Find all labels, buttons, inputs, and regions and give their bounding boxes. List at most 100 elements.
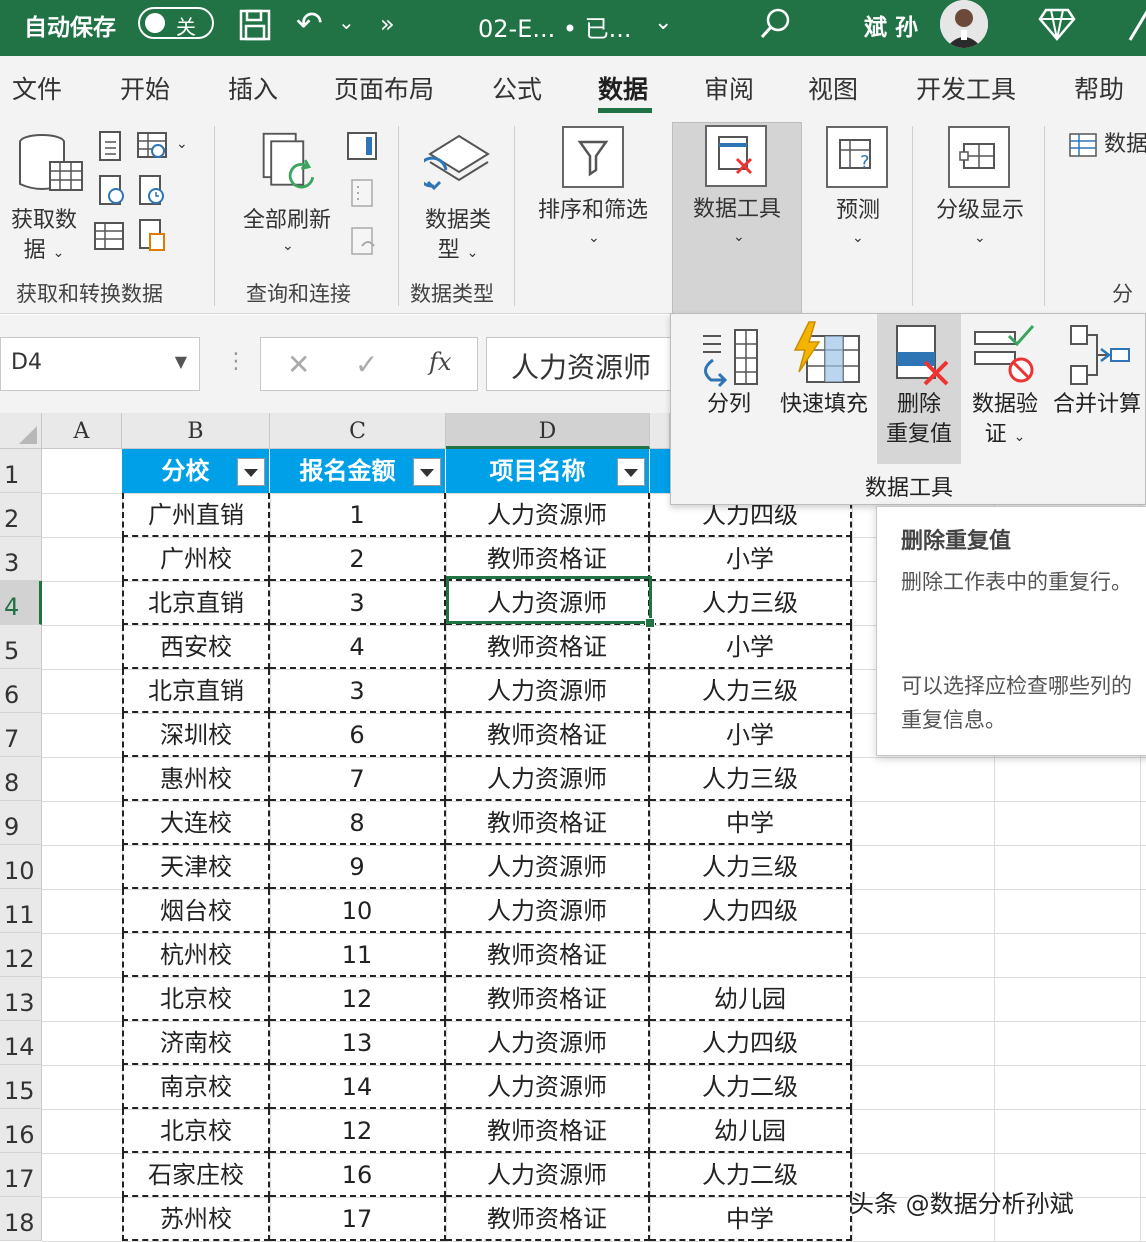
cell-project[interactable]: 教师资格证 xyxy=(446,537,650,581)
cell-level[interactable]: 小学 xyxy=(650,625,852,669)
tab-developer[interactable]: 开发工具 xyxy=(916,70,1016,106)
cell-level[interactable]: 人力四级 xyxy=(650,1021,852,1065)
cell-branch[interactable]: 南京校 xyxy=(122,1065,270,1109)
tab-help[interactable]: 帮助 xyxy=(1074,70,1124,106)
cell-project[interactable]: 人力资源师 xyxy=(446,1065,650,1109)
consolidate-button[interactable]: 合并计算 xyxy=(1049,314,1145,464)
cell-level[interactable]: 人力三级 xyxy=(650,845,852,889)
column-header-e[interactable] xyxy=(650,413,670,449)
more-commands-icon[interactable]: » xyxy=(380,10,395,38)
cell-project[interactable]: 教师资格证 xyxy=(446,801,650,845)
cell-branch[interactable]: 惠州校 xyxy=(122,757,270,801)
tab-page-layout[interactable]: 页面布局 xyxy=(334,70,434,106)
fill-handle[interactable] xyxy=(645,618,655,628)
cell-amount[interactable]: 1 xyxy=(270,493,446,537)
cell-branch[interactable]: 深圳校 xyxy=(122,713,270,757)
cell-level[interactable]: 中学 xyxy=(650,1197,852,1241)
row-header[interactable]: 15 xyxy=(0,1065,42,1109)
cell-project[interactable]: 教师资格证 xyxy=(446,625,650,669)
row-header[interactable]: 11 xyxy=(0,889,42,933)
table-header-amount[interactable]: 报名金额 xyxy=(270,449,446,493)
cell-project[interactable]: 人力资源师 xyxy=(446,889,650,933)
file-menu-chevron-icon[interactable]: ⌄ xyxy=(654,10,672,35)
cell-amount[interactable]: 3 xyxy=(270,669,446,713)
row-header[interactable]: 18 xyxy=(0,1197,42,1241)
outline-button[interactable]: 分级显示 ⌄ xyxy=(924,124,1036,264)
cell-branch[interactable]: 北京直销 xyxy=(122,581,270,625)
tab-formulas[interactable]: 公式 xyxy=(492,70,542,106)
data-analysis-label[interactable]: 数据 xyxy=(1104,130,1146,160)
column-header-a[interactable]: A xyxy=(42,413,122,449)
flash-fill-button[interactable]: 快速填充 xyxy=(773,314,875,464)
tab-review[interactable]: 审阅 xyxy=(704,70,754,106)
cell-amount[interactable]: 13 xyxy=(270,1021,446,1065)
search-icon[interactable] xyxy=(758,6,794,42)
data-analysis-icon[interactable] xyxy=(1068,132,1100,160)
cell-amount[interactable]: 10 xyxy=(270,889,446,933)
undo-icon[interactable]: ↶ xyxy=(296,6,323,40)
pen-icon[interactable] xyxy=(1126,4,1146,44)
row-header[interactable]: 14 xyxy=(0,1021,42,1065)
from-table-dropdown-icon[interactable]: ⌄ xyxy=(176,136,188,152)
cell-project[interactable]: 教师资格证 xyxy=(446,1197,650,1241)
cell-level[interactable]: 人力三级 xyxy=(650,757,852,801)
cell-branch[interactable]: 杭州校 xyxy=(122,933,270,977)
cell-project[interactable]: 人力资源师 xyxy=(446,845,650,889)
cell-amount[interactable]: 8 xyxy=(270,801,446,845)
table-header-project[interactable]: 项目名称 xyxy=(446,449,650,493)
cell-amount[interactable]: 12 xyxy=(270,1109,446,1153)
recent-sources-icon[interactable] xyxy=(136,174,168,206)
insert-function-icon[interactable]: fx xyxy=(429,348,451,376)
autosave-toggle[interactable]: 关 xyxy=(138,7,214,39)
cell-branch[interactable]: 石家庄校 xyxy=(122,1153,270,1197)
filter-dropdown-icon[interactable] xyxy=(413,458,441,486)
row-header[interactable]: 10 xyxy=(0,845,42,889)
cell-amount[interactable]: 6 xyxy=(270,713,446,757)
cell-level[interactable]: 人力四级 xyxy=(650,889,852,933)
row-header[interactable]: 16 xyxy=(0,1109,42,1153)
column-header-b[interactable]: B xyxy=(122,413,270,449)
cell-amount[interactable]: 16 xyxy=(270,1153,446,1197)
text-to-columns-button[interactable]: 分列 xyxy=(687,314,771,464)
row-header[interactable]: 4 xyxy=(0,581,42,625)
cell-amount[interactable]: 11 xyxy=(270,933,446,977)
cell-project[interactable]: 人力资源师 xyxy=(446,757,650,801)
tab-insert[interactable]: 插入 xyxy=(228,70,278,106)
cell-branch[interactable]: 苏州校 xyxy=(122,1197,270,1241)
cell-branch[interactable]: 北京直销 xyxy=(122,669,270,713)
table-header-level[interactable] xyxy=(650,449,670,493)
from-table-icon[interactable] xyxy=(136,130,172,162)
cell-project[interactable]: 人力资源师 xyxy=(446,1021,650,1065)
row-header[interactable]: 5 xyxy=(0,625,42,669)
row-header[interactable]: 13 xyxy=(0,977,42,1021)
cell-branch[interactable]: 天津校 xyxy=(122,845,270,889)
cell-branch[interactable]: 北京校 xyxy=(122,1109,270,1153)
sort-filter-button[interactable]: 排序和筛选 ⌄ xyxy=(528,124,658,264)
cell-amount[interactable]: 17 xyxy=(270,1197,446,1241)
cell-branch[interactable]: 济南校 xyxy=(122,1021,270,1065)
cell-level[interactable]: 幼儿园 xyxy=(650,977,852,1021)
row-header[interactable]: 9 xyxy=(0,801,42,845)
cell-branch[interactable]: 广州直销 xyxy=(122,493,270,537)
avatar[interactable] xyxy=(940,0,988,48)
cell-level[interactable]: 小学 xyxy=(650,537,852,581)
forecast-button[interactable]: ? 预测 ⌄ xyxy=(816,124,900,264)
enter-icon[interactable]: ✓ xyxy=(355,348,378,381)
tab-view[interactable]: 视图 xyxy=(808,70,858,106)
table-header-branch[interactable]: 分校 xyxy=(122,449,270,493)
properties-icon[interactable] xyxy=(136,218,168,252)
formula-bar-grip-icon[interactable]: ⋮ xyxy=(225,349,247,374)
cell-amount[interactable]: 3 xyxy=(270,581,446,625)
from-text-icon[interactable] xyxy=(96,130,128,162)
row-header[interactable]: 3 xyxy=(0,537,42,581)
cell-project[interactable]: 教师资格证 xyxy=(446,933,650,977)
from-web-icon[interactable] xyxy=(96,174,128,206)
column-header-d[interactable]: D xyxy=(446,413,650,449)
filter-dropdown-icon[interactable] xyxy=(617,458,645,486)
cell-level[interactable]: 人力二级 xyxy=(650,1065,852,1109)
cell-branch[interactable]: 烟台校 xyxy=(122,889,270,933)
refresh-all-button[interactable]: 全部刷新 ⌄ xyxy=(232,128,342,268)
cell-level[interactable]: 幼儿园 xyxy=(650,1109,852,1153)
name-box[interactable]: D4 ▼ xyxy=(0,337,200,391)
diamond-icon[interactable] xyxy=(1038,6,1076,42)
